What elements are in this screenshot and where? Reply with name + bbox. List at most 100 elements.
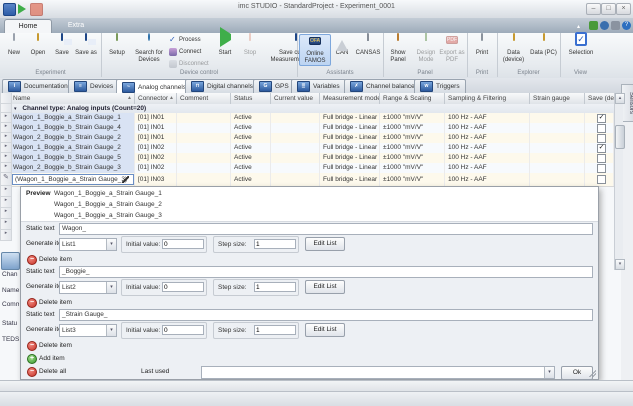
delete-all-button[interactable]: Delete all — [39, 368, 66, 375]
save-button[interactable]: Save — [51, 34, 73, 57]
close-button[interactable]: × — [616, 3, 631, 15]
cell-comment[interactable] — [177, 133, 231, 143]
scroll-down-icon[interactable]: ▾ — [615, 259, 625, 270]
cell-comment[interactable] — [177, 163, 231, 173]
cell-current-value[interactable] — [271, 133, 320, 143]
column-comment[interactable]: Comment — [177, 93, 231, 104]
cell-range[interactable]: ±1000 "mV/V" — [380, 173, 445, 186]
cell-comment[interactable] — [177, 153, 231, 163]
cell-status[interactable]: Active — [231, 143, 271, 153]
show-panel-button[interactable]: Show Panel — [385, 34, 411, 64]
open-button[interactable]: Open — [27, 34, 49, 57]
cell-status[interactable]: Active — [231, 153, 271, 163]
delete-item-button[interactable]: Delete item — [39, 299, 72, 306]
edit-list-button[interactable]: Edit List — [305, 323, 345, 337]
delete-all-icon[interactable]: − — [27, 367, 37, 377]
list-dropdown[interactable]: List2▾ — [59, 281, 117, 294]
cell-connector[interactable]: [01] IN02 — [135, 163, 177, 173]
cell-comment[interactable] — [177, 143, 231, 153]
add-item-button[interactable]: Add item — [39, 355, 65, 362]
row-indicator[interactable]: ▸ — [0, 123, 12, 133]
cell-connector[interactable]: [01] IN01 — [135, 133, 177, 143]
cell-connector[interactable]: [01] IN03 — [135, 173, 177, 186]
cell-name[interactable]: Wagon_1_Boggie_a_Strain Gauge_1 — [10, 113, 135, 123]
cell-strain-gauge[interactable] — [530, 113, 585, 123]
data-pc-button[interactable]: Data (PC) — [530, 34, 557, 57]
cell-comment[interactable] — [177, 173, 231, 186]
cell-status[interactable]: Active — [231, 173, 271, 186]
export-pdf-button[interactable]: PDFExport as PDF — [439, 34, 465, 64]
cell-status[interactable]: Active — [231, 113, 271, 123]
save-checkbox[interactable] — [597, 164, 606, 173]
cell-sampling[interactable]: 100 Hz - AAF — [445, 173, 530, 186]
cell-current-value[interactable] — [271, 143, 320, 153]
cell-range[interactable]: ±1000 "mV/V" — [380, 143, 445, 153]
cell-name[interactable]: Wagon_2_Boggie_b_Strain Gauge_2 — [10, 133, 135, 143]
column-save-device[interactable]: Save (device) — [585, 93, 614, 104]
tab-gps[interactable]: GGPS — [253, 79, 295, 94]
cell-strain-gauge[interactable] — [530, 133, 585, 143]
column-sampling-filtering[interactable]: Sampling & Filtering — [445, 93, 530, 104]
save-checkbox[interactable] — [597, 154, 606, 163]
cell-sampling[interactable]: 100 Hz - AAF — [445, 133, 530, 143]
list-dropdown[interactable]: List1▾ — [59, 238, 117, 251]
initial-value-input[interactable] — [162, 282, 204, 292]
monitor-mini-icon[interactable] — [611, 21, 620, 30]
cell-mode[interactable]: Full bridge - Linear — [320, 133, 380, 143]
cell-current-value[interactable] — [271, 123, 320, 133]
row-indicator[interactable]: ▸ — [0, 163, 12, 173]
online-famos-button[interactable]: OFAOnline FAMOS — [299, 34, 331, 66]
cell-current-value[interactable] — [271, 113, 320, 123]
scrollbar-thumb[interactable] — [615, 125, 625, 149]
cell-range[interactable]: ±1000 "mV/V" — [380, 133, 445, 143]
setup-button[interactable]: Setup — [104, 34, 130, 57]
tab-devices[interactable]: ≡Devices — [68, 79, 119, 94]
cell-mode[interactable]: Full bridge - Linear — [320, 123, 380, 133]
row-indicator[interactable]: ▸ — [0, 219, 12, 230]
row-indicator[interactable]: ▸ — [0, 197, 12, 208]
minimize-button[interactable]: – — [586, 3, 601, 15]
cell-range[interactable]: ±1000 "mV/V" — [380, 123, 445, 133]
disconnect-button[interactable]: Disconnect — [169, 59, 209, 69]
cansas-button[interactable]: CANSAS — [355, 34, 381, 57]
edit-list-button[interactable]: Edit List — [305, 280, 345, 294]
help-icon[interactable]: ? — [622, 21, 631, 30]
delete-item-icon[interactable]: − — [27, 298, 37, 308]
row-indicator[interactable]: ▸ — [0, 113, 12, 123]
cell-connector[interactable]: [01] IN02 — [135, 143, 177, 153]
cell-mode[interactable]: Full bridge - Linear — [320, 113, 380, 123]
cell-current-value[interactable] — [271, 173, 320, 186]
chevron-down-icon[interactable]: ▾ — [106, 239, 116, 250]
delete-item-icon[interactable]: − — [27, 255, 37, 265]
row-indicator[interactable]: ▸ — [0, 133, 12, 143]
column-range-scaling[interactable]: Range & Scaling — [380, 93, 445, 104]
column-connector[interactable]: Connector▲ — [135, 93, 177, 104]
step-size-input[interactable] — [254, 325, 296, 335]
cell-mode[interactable]: Full bridge - Linear — [320, 143, 380, 153]
tab-documentation[interactable]: iDocumentation — [2, 79, 74, 94]
save-checkbox[interactable] — [597, 124, 606, 133]
row-indicator[interactable]: ▸ — [0, 208, 12, 219]
info-mini-icon[interactable] — [600, 21, 609, 30]
add-item-icon[interactable]: + — [27, 354, 37, 364]
new-button[interactable]: New — [3, 34, 25, 57]
cell-sampling[interactable]: 100 Hz - AAF — [445, 153, 530, 163]
cell-comment[interactable] — [177, 123, 231, 133]
tab-channel-balance[interactable]: ✗Channel balance — [344, 79, 421, 94]
static-text-input[interactable]: _Boggie_ — [59, 266, 593, 278]
maximize-button[interactable]: □ — [601, 3, 616, 15]
scroll-up-icon[interactable]: ▴ — [615, 93, 625, 104]
cell-strain-gauge[interactable] — [530, 123, 585, 133]
cell-range[interactable]: ±1000 "mV/V" — [380, 163, 445, 173]
save-as-button[interactable]: Save as — [75, 34, 97, 57]
table-scrollbar[interactable]: ▴ ▾ — [614, 93, 623, 270]
list-dropdown[interactable]: List3▾ — [59, 324, 117, 337]
connect-button[interactable]: Connect — [169, 47, 201, 57]
popup-resize-grip[interactable] — [589, 370, 596, 377]
ribbon-tab-home[interactable]: Home — [4, 19, 52, 34]
save-checkbox[interactable]: ✓ — [597, 114, 606, 123]
tab-variables[interactable]: ≣Variables — [291, 79, 346, 94]
cell-sampling[interactable]: 100 Hz - AAF — [445, 113, 530, 123]
static-text-input[interactable]: Wagon_ — [59, 223, 593, 235]
name-edit-input[interactable]: (Wagon_1_Boggie_a_Strain Gauge_3) — [12, 174, 134, 185]
